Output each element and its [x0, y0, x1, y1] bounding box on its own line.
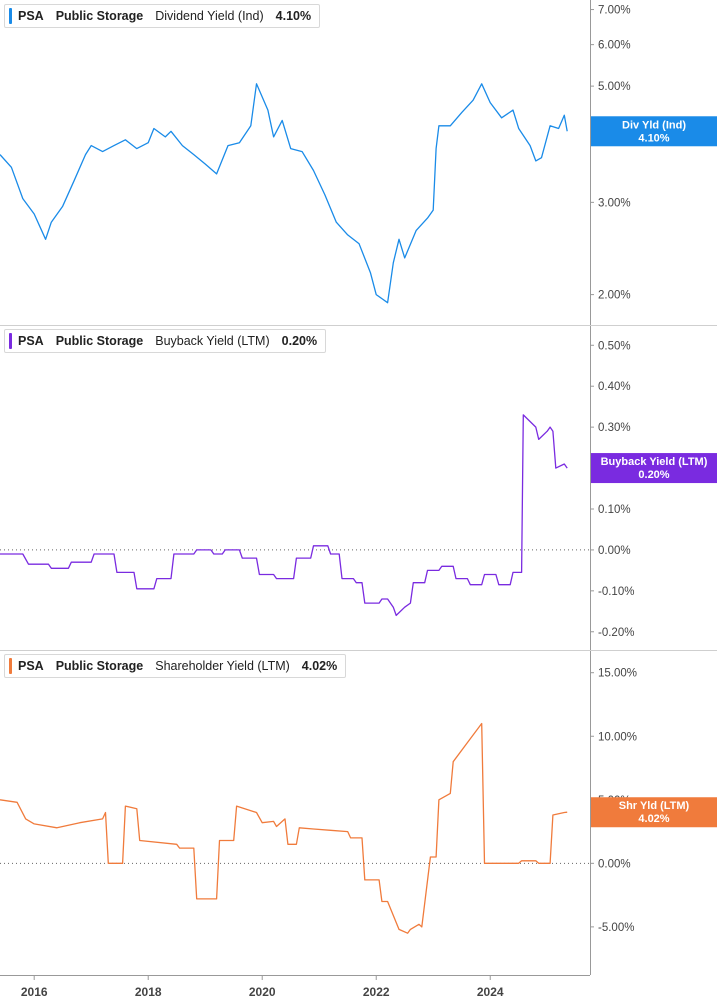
legend-company: Public Storage — [55, 659, 144, 673]
y-tick-label: 0.40% — [598, 381, 631, 393]
legend-shareholder-yield: PSA Public Storage Shareholder Yield (LT… — [4, 654, 347, 678]
legend-company: Public Storage — [55, 334, 144, 348]
y-tick-label: 0.10% — [598, 504, 631, 516]
series-line — [0, 83, 568, 304]
x-tick-label: 2024 — [477, 985, 504, 999]
legend-ticker: PSA — [18, 9, 44, 23]
legend-series-name: Buyback Yield (LTM) — [155, 334, 270, 348]
y-tick-label: 6.00% — [598, 40, 631, 52]
y-tick-label: 5.00% — [598, 81, 631, 93]
x-tick-label: 2018 — [135, 985, 162, 999]
legend-series-value: 0.20% — [281, 334, 318, 348]
y-tick-label: -5.00% — [598, 922, 634, 934]
legend-swatch-shareholder — [9, 658, 12, 674]
legend-ticker: PSA — [18, 334, 44, 348]
chart-canvas: 7.00%6.00%5.00%4.00%3.00%2.00%Div Yld (I… — [0, 0, 717, 999]
legend-series-value: 4.10% — [275, 9, 312, 23]
series-line — [0, 414, 568, 617]
legend-series-name: Shareholder Yield (LTM) — [155, 659, 290, 673]
y-tick-label: 0.00% — [598, 858, 631, 870]
x-tick-label: 2022 — [363, 985, 390, 999]
legend-series-name: Dividend Yield (Ind) — [155, 9, 264, 23]
y-tick-label: -0.20% — [598, 627, 634, 639]
x-tick-label: 2020 — [249, 985, 276, 999]
y-tick-label: 7.00% — [598, 5, 631, 17]
legend-buyback-yield: PSA Public Storage Buyback Yield (LTM) 0… — [4, 329, 327, 353]
x-tick-label: 2016 — [21, 985, 48, 999]
series-tag-name: Div Yld (Ind) — [622, 119, 686, 131]
legend-swatch-buyback — [9, 333, 12, 349]
y-tick-label: 0.00% — [598, 545, 631, 557]
series-tag-name: Buyback Yield (LTM) — [601, 456, 708, 468]
legend-swatch-dividend — [9, 8, 12, 24]
legend-series-value: 4.02% — [301, 659, 338, 673]
series-tag-value: 0.20% — [638, 469, 669, 481]
y-tick-label: 3.00% — [598, 197, 631, 209]
y-tick-label: 10.00% — [598, 731, 637, 743]
series-tag-value: 4.10% — [638, 132, 669, 144]
series-tag-name: Shr Yld (LTM) — [619, 800, 690, 812]
legend-company: Public Storage — [55, 9, 144, 23]
y-tick-label: -0.10% — [598, 586, 634, 598]
y-tick-label: 2.00% — [598, 290, 631, 302]
legend-ticker: PSA — [18, 659, 44, 673]
series-line — [0, 722, 568, 934]
legend-dividend-yield: PSA Public Storage Dividend Yield (Ind) … — [4, 4, 321, 28]
series-tag-value: 4.02% — [638, 813, 669, 825]
y-tick-label: 0.50% — [598, 340, 631, 352]
y-tick-label: 15.00% — [598, 668, 637, 680]
y-tick-label: 0.30% — [598, 422, 631, 434]
